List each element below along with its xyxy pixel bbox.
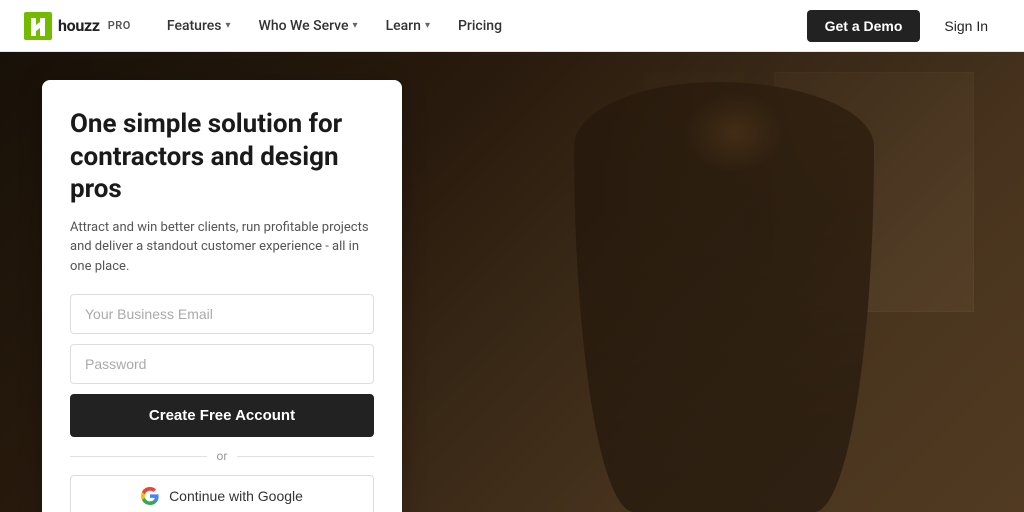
sign-in-button[interactable]: Sign In (932, 10, 1000, 42)
nav-features-label: Features (167, 18, 222, 34)
nav-who-serve-label: Who We Serve (259, 18, 349, 34)
nav-item-pricing[interactable]: Pricing (446, 12, 514, 40)
chevron-down-icon: ▾ (225, 20, 230, 31)
divider-line-right (237, 456, 374, 457)
navbar: houzz PRO Features ▾ Who We Serve ▾ Lear… (0, 0, 1024, 52)
get-demo-button[interactable]: Get a Demo (807, 10, 921, 42)
hero-section: One simple solution for contractors and … (0, 52, 1024, 512)
divider-line-left (70, 456, 207, 457)
divider: or (70, 449, 374, 463)
card-subtext: Attract and win better clients, run prof… (70, 218, 374, 277)
create-account-button[interactable]: Create Free Account (70, 394, 374, 437)
nav-learn-label: Learn (386, 18, 421, 34)
google-signin-button[interactable]: Continue with Google (70, 475, 374, 512)
logo-pro-badge: PRO (108, 19, 131, 32)
email-input[interactable] (70, 294, 374, 334)
nav-item-learn[interactable]: Learn ▾ (374, 12, 442, 40)
chevron-down-icon: ▾ (353, 20, 358, 31)
nav-pricing-label: Pricing (458, 18, 502, 34)
nav-right: Get a Demo Sign In (807, 10, 1000, 42)
nav-item-who-we-serve[interactable]: Who We Serve ▾ (247, 12, 370, 40)
signup-card: One simple solution for contractors and … (42, 80, 402, 512)
logo-area[interactable]: houzz PRO (24, 12, 131, 40)
chevron-down-icon: ▾ (425, 20, 430, 31)
card-headline: One simple solution for contractors and … (70, 108, 374, 206)
google-button-label: Continue with Google (169, 488, 303, 504)
nav-item-features[interactable]: Features ▾ (155, 12, 243, 40)
nav-links: Features ▾ Who We Serve ▾ Learn ▾ Pricin… (155, 12, 807, 40)
divider-label: or (217, 449, 228, 463)
password-input[interactable] (70, 344, 374, 384)
logo-wordmark: houzz (58, 16, 100, 35)
houzz-logo-icon (24, 12, 52, 40)
google-icon (141, 487, 159, 505)
